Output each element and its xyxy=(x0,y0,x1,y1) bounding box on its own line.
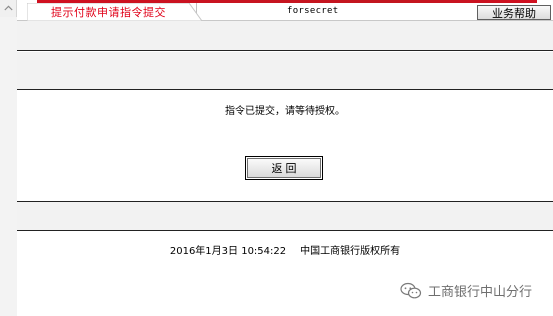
bottom-band xyxy=(17,201,553,231)
return-button[interactable]: 返 回 xyxy=(245,156,323,180)
wechat-icon xyxy=(400,282,422,300)
main-content: 提示付款申请指令提交 forsecret 业务帮助 指令已提交，请等待授权。 返… xyxy=(17,0,553,316)
watermark-text: 工商银行中山分行 xyxy=(428,285,533,300)
footer: 2016年1月3日 10:54:22 中国工商银行版权所有 xyxy=(17,242,553,257)
scrollbar-track[interactable] xyxy=(0,17,17,316)
page-tab: 提示付款申请指令提交 xyxy=(27,3,202,21)
vertical-scrollbar[interactable] xyxy=(0,0,17,316)
footer-copyright: 中国工商银行版权所有 xyxy=(300,246,401,257)
help-button[interactable]: 业务帮助 xyxy=(477,5,551,20)
watermark: 工商银行中山分行 xyxy=(400,281,532,300)
status-message: 指令已提交，请等待授权。 xyxy=(225,106,345,117)
chevron-up-icon xyxy=(4,4,13,14)
top-band xyxy=(17,21,553,51)
header-bar: 提示付款申请指令提交 forsecret 业务帮助 xyxy=(17,3,553,21)
page-title: forsecret xyxy=(287,6,339,16)
footer-date: 2016年1月3日 10:54:22 xyxy=(169,246,287,257)
tab-label: 提示付款申请指令提交 xyxy=(51,6,166,19)
scroll-up-button[interactable] xyxy=(0,0,17,17)
middle-band xyxy=(17,52,553,90)
page: 提示付款申请指令提交 forsecret 业务帮助 指令已提交，请等待授权。 返… xyxy=(0,0,553,316)
